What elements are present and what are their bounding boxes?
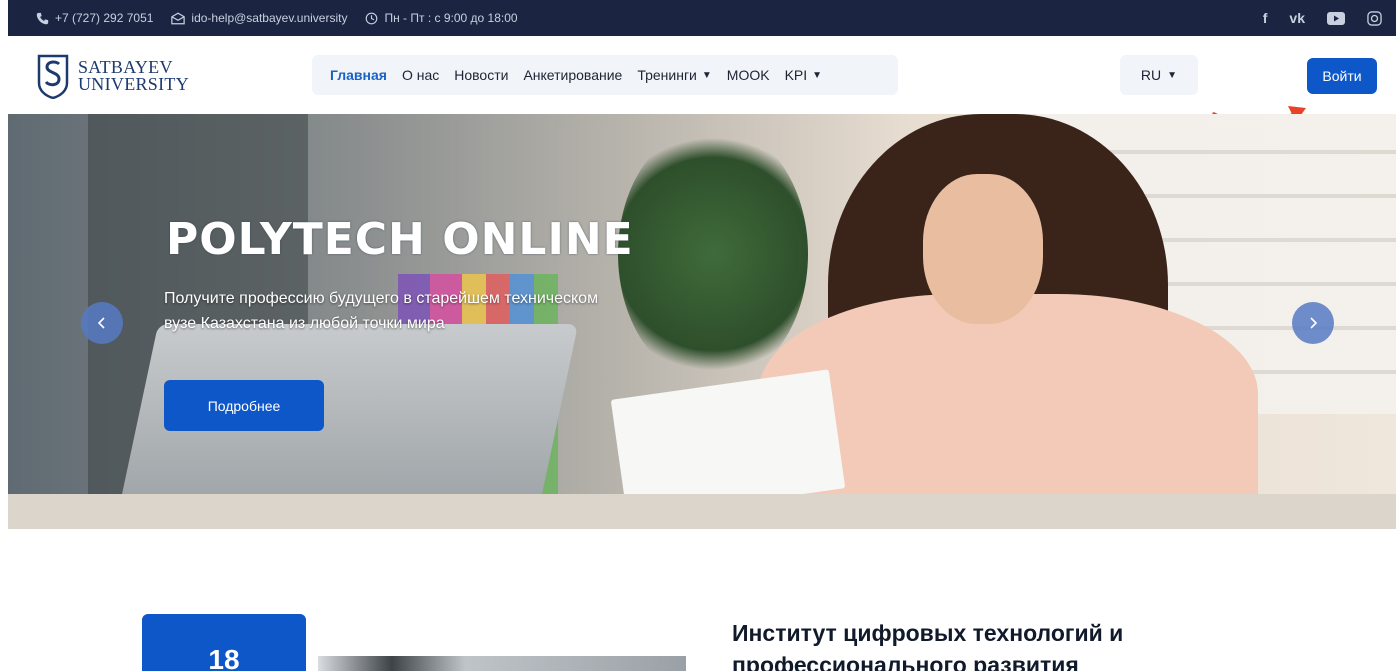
slider-next-button[interactable] [1292,302,1334,344]
nav-item-home[interactable]: Главная [330,67,387,83]
site-header: SATBAYEV UNIVERSITY Главная О нас Новост… [8,36,1396,126]
social-links: f vk [1263,0,1382,36]
chevron-left-icon [97,317,105,329]
top-contact-bar: +7 (727) 292 7051 ido-help@satbayev.univ… [8,0,1396,36]
vk-icon[interactable]: vk [1289,10,1305,26]
institute-heading: Институт цифровых технологий и профессио… [732,617,1252,671]
university-logo[interactable]: SATBAYEV UNIVERSITY [36,53,189,99]
hero-desk [8,494,1396,529]
hero-subtitle-line-2: вузе Казахстана из любой точки мира [164,315,445,332]
hero-subtitle: Получите профессию будущего в старейшем … [164,286,684,336]
youtube-icon[interactable] [1327,11,1345,25]
facebook-icon[interactable]: f [1263,10,1268,26]
mail-icon [171,12,186,24]
nav-item-kpi[interactable]: KPI ▼ [785,67,822,83]
chevron-down-icon: ▼ [1167,69,1178,81]
years-stat-badge: 18 [142,614,306,671]
phone-icon [36,12,49,24]
institute-photo [318,656,686,671]
hours-info: Пн - Пт : с 9:00 до 18:00 [365,11,518,25]
logo-line-2: UNIVERSITY [78,74,189,94]
chevron-down-icon: ▼ [701,69,712,81]
hero-title: POLYTECH ONLINE [166,214,634,265]
nav-label: KPI [784,67,808,83]
more-button[interactable]: Подробнее [164,380,324,431]
logo-emblem-icon [37,54,69,99]
hero-subtitle-line-1: Получите профессию будущего в старейшем … [164,290,599,307]
email-info[interactable]: ido-help@satbayev.university [171,11,347,25]
instagram-icon[interactable] [1367,10,1382,26]
nav-label: Главная [330,67,387,83]
institute-heading-line-1: Институт цифровых технологий и [732,620,1124,646]
nav-label: Анкетирование [523,67,623,83]
slider-prev-button[interactable] [81,302,123,344]
logo-text: SATBAYEV UNIVERSITY [78,58,189,94]
student-face [923,174,1043,324]
nav-item-mook[interactable]: MOOK [727,67,770,83]
nav-label: О нас [401,67,440,83]
main-navigation: Главная О нас Новости Анкетирование Трен… [312,55,898,95]
chevron-down-icon: ▼ [812,69,823,81]
phone-info[interactable]: +7 (727) 292 7051 [36,11,153,25]
nav-label: MOOK [726,67,770,83]
nav-label: Тренинги [637,67,697,83]
clock-icon [366,12,378,24]
nav-label: Новости [454,67,509,83]
chevron-right-icon [1310,317,1318,329]
nav-item-trainings[interactable]: Тренинги ▼ [637,67,711,83]
phone-number: +7 (727) 292 7051 [55,11,154,25]
working-hours: Пн - Пт : с 9:00 до 18:00 [384,11,518,25]
nav-item-survey[interactable]: Анкетирование [523,67,622,83]
language-selector[interactable]: RU ▼ [1120,55,1198,95]
login-button[interactable]: Войти [1307,58,1377,94]
language-value: RU [1140,67,1162,83]
nav-item-news[interactable]: Новости [454,67,508,83]
nav-item-about[interactable]: О нас [402,67,439,83]
hero-slider: POLYTECH ONLINE Получите профессию будущ… [8,114,1396,529]
institute-heading-line-2: профессионального развития [732,652,1079,671]
email-address: ido-help@satbayev.university [191,11,348,25]
